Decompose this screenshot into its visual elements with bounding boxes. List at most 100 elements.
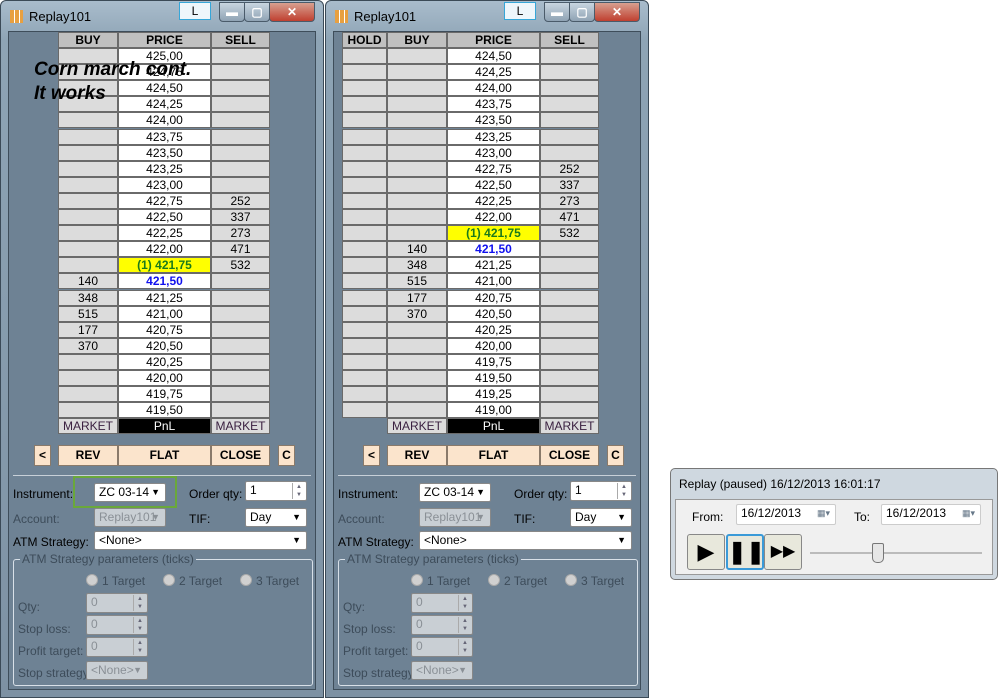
- profit-target-stepper[interactable]: 0 ▲ ▼: [86, 637, 148, 657]
- price-cell[interactable]: 423,75: [118, 128, 211, 145]
- price-cell[interactable]: 420,00: [118, 370, 211, 386]
- target-radio[interactable]: 3 Target: [565, 574, 624, 588]
- flat-button[interactable]: FLAT: [118, 445, 211, 466]
- radio-icon[interactable]: [411, 574, 423, 586]
- buy-cell[interactable]: [387, 176, 447, 193]
- price-cell[interactable]: 423,50: [118, 144, 211, 161]
- buy-cell[interactable]: 140: [58, 273, 118, 290]
- radio-icon[interactable]: [488, 574, 500, 586]
- price-cell[interactable]: 420,00: [447, 337, 540, 354]
- instrument-dropdown[interactable]: ZC 03-14 ▼: [419, 483, 491, 502]
- sell-cell[interactable]: [540, 273, 599, 290]
- sell-cell[interactable]: [540, 353, 599, 370]
- sell-cell[interactable]: [540, 112, 599, 129]
- price-cell[interactable]: 422,50: [447, 176, 540, 193]
- sell-cell[interactable]: [211, 305, 270, 322]
- buy-cell[interactable]: [58, 386, 118, 403]
- price-cell[interactable]: 419,75: [118, 386, 211, 403]
- hold-cell[interactable]: [342, 257, 387, 274]
- pnl-display[interactable]: PnL: [447, 418, 540, 435]
- maximize-button[interactable]: ▢: [244, 2, 270, 22]
- atm-strategy-dropdown[interactable]: <None> ▼: [419, 531, 632, 550]
- price-cell[interactable]: 422,25: [447, 192, 540, 209]
- hold-cell[interactable]: [342, 80, 387, 97]
- pause-button[interactable]: ❚❚: [726, 534, 765, 570]
- price-cell[interactable]: (1) 421,75: [447, 225, 540, 242]
- buy-cell[interactable]: [387, 370, 447, 386]
- price-cell[interactable]: 424,50: [447, 48, 540, 64]
- sell-cell[interactable]: 252: [211, 192, 270, 209]
- hold-cell[interactable]: [342, 192, 387, 209]
- price-cell[interactable]: 422,00: [447, 209, 540, 225]
- sell-cell[interactable]: [211, 80, 270, 97]
- hold-cell[interactable]: [342, 370, 387, 386]
- hold-cell[interactable]: [342, 402, 387, 419]
- calendar-icon[interactable]: ▦▾: [817, 505, 830, 522]
- l-button[interactable]: L: [179, 2, 211, 20]
- price-cell[interactable]: 422,75: [447, 160, 540, 177]
- spinner-arrows-icon[interactable]: ▲ ▼: [133, 595, 146, 611]
- price-cell[interactable]: 421,50: [118, 273, 211, 290]
- close-window-button[interactable]: ✕: [269, 2, 315, 22]
- sell-cell[interactable]: [540, 64, 599, 81]
- buy-cell[interactable]: [58, 144, 118, 161]
- buy-cell[interactable]: [387, 144, 447, 161]
- to-date-picker[interactable]: 16/12/2013 ▦▾: [881, 504, 981, 525]
- buy-cell[interactable]: [58, 96, 118, 113]
- price-cell[interactable]: 421,00: [118, 305, 211, 322]
- price-cell[interactable]: 423,25: [118, 160, 211, 177]
- title-bar[interactable]: Replay101 L ▬ ▢ ✕: [326, 1, 648, 31]
- target-radio[interactable]: 1 Target: [411, 574, 470, 588]
- sell-cell[interactable]: [211, 160, 270, 177]
- buy-cell[interactable]: [58, 160, 118, 177]
- hold-cell[interactable]: [342, 64, 387, 81]
- buy-cell[interactable]: 370: [387, 305, 447, 322]
- calendar-icon[interactable]: ▦▾: [962, 505, 975, 522]
- price-cell[interactable]: 422,00: [118, 241, 211, 258]
- buy-cell[interactable]: [387, 112, 447, 129]
- sell-cell[interactable]: [540, 386, 599, 403]
- buy-cell[interactable]: [387, 80, 447, 97]
- price-cell[interactable]: 419,25: [447, 386, 540, 403]
- price-cell[interactable]: 424,00: [447, 80, 540, 97]
- price-cell[interactable]: 424,50: [118, 80, 211, 97]
- sell-cell[interactable]: 252: [540, 160, 599, 177]
- sell-cell[interactable]: [211, 289, 270, 306]
- buy-market-button[interactable]: MARKET: [58, 418, 118, 435]
- hold-cell[interactable]: [342, 353, 387, 370]
- sell-market-button[interactable]: MARKET: [540, 418, 599, 435]
- price-cell[interactable]: 423,50: [447, 112, 540, 129]
- sell-cell[interactable]: [540, 321, 599, 338]
- sell-cell[interactable]: [211, 128, 270, 145]
- account-dropdown[interactable]: Replay101 ▼: [94, 508, 166, 527]
- spinner-arrows-icon[interactable]: ▲ ▼: [617, 483, 630, 499]
- buy-cell[interactable]: [387, 225, 447, 242]
- hold-cell[interactable]: [342, 112, 387, 129]
- sell-cell[interactable]: [211, 353, 270, 370]
- hold-cell[interactable]: [342, 273, 387, 290]
- price-cell[interactable]: 424,25: [118, 96, 211, 113]
- tif-dropdown[interactable]: Day ▼: [570, 508, 632, 527]
- sell-cell[interactable]: [540, 144, 599, 161]
- sell-cell[interactable]: [211, 64, 270, 81]
- price-cell[interactable]: 422,50: [118, 209, 211, 225]
- buy-cell[interactable]: [58, 192, 118, 209]
- buy-cell[interactable]: [58, 353, 118, 370]
- sell-cell[interactable]: 471: [540, 209, 599, 225]
- back-button[interactable]: <: [363, 445, 380, 466]
- price-cell[interactable]: 425,00: [118, 48, 211, 64]
- spinner-arrows-icon[interactable]: ▲ ▼: [458, 595, 471, 611]
- c-button[interactable]: C: [607, 445, 624, 466]
- price-cell[interactable]: 424,25: [447, 64, 540, 81]
- buy-cell[interactable]: [58, 402, 118, 419]
- radio-icon[interactable]: [240, 574, 252, 586]
- sell-cell[interactable]: [540, 370, 599, 386]
- sell-cell[interactable]: [211, 144, 270, 161]
- hold-cell[interactable]: [342, 48, 387, 64]
- buy-cell[interactable]: [387, 128, 447, 145]
- price-cell[interactable]: 420,50: [447, 305, 540, 322]
- buy-cell[interactable]: [58, 257, 118, 274]
- hold-cell[interactable]: [342, 144, 387, 161]
- price-cell[interactable]: 420,50: [118, 337, 211, 354]
- sell-cell[interactable]: [211, 321, 270, 338]
